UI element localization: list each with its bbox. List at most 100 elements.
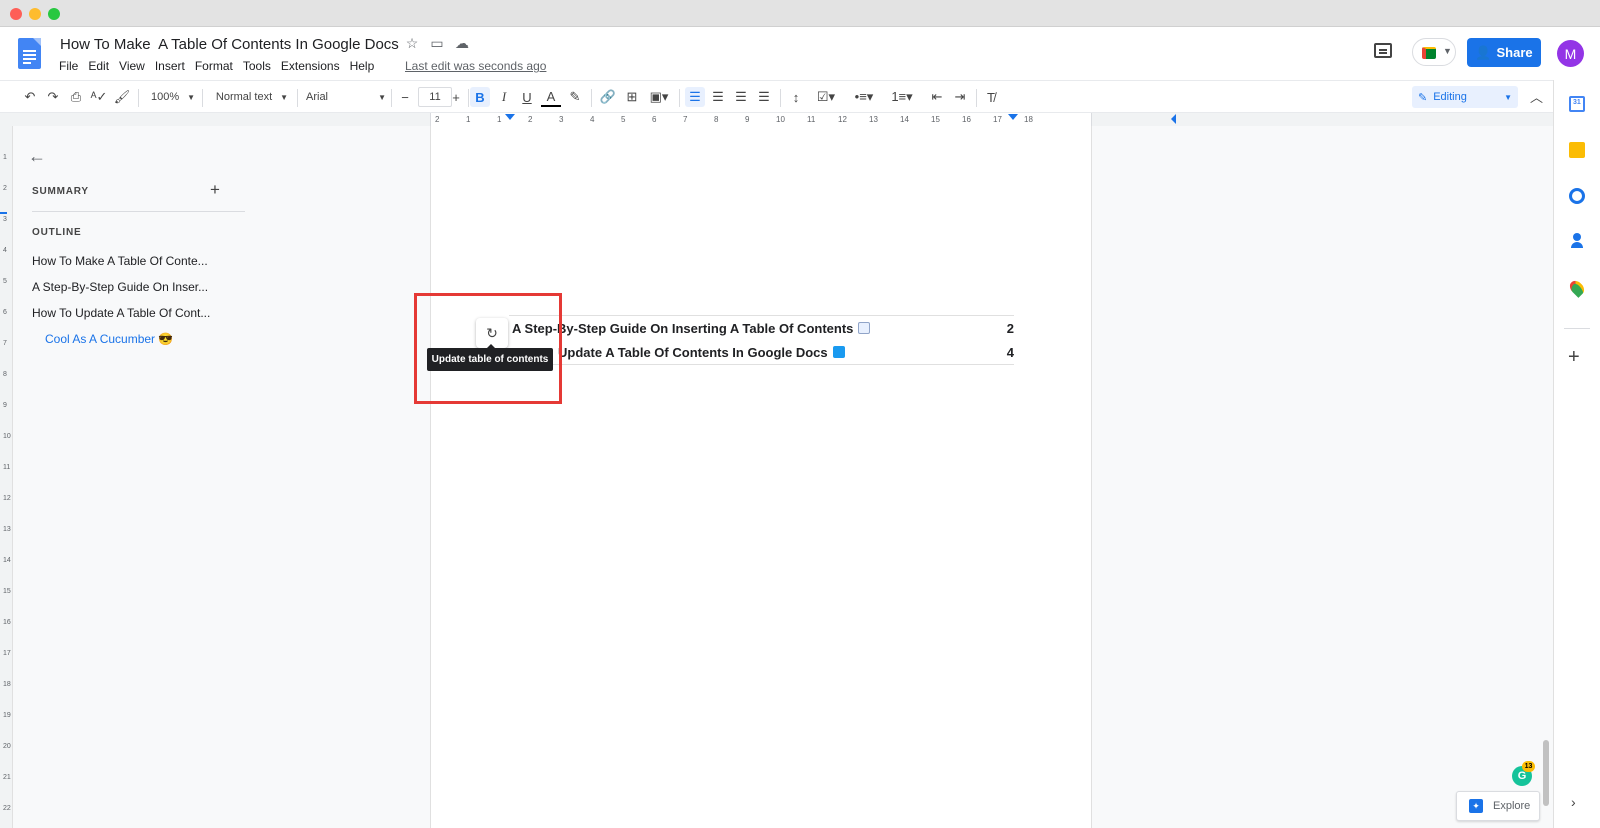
add-summary-button[interactable]: + [210, 180, 220, 200]
horizontal-ruler[interactable]: 2 1 1 2 3 4 5 6 7 8 9 10 11 12 13 14 15 16 17 18 [430, 113, 1092, 126]
spellcheck-icon[interactable]: ᴬ✓ [89, 87, 109, 107]
menu-edit[interactable]: Edit [88, 59, 109, 73]
ruler-number: 6 [652, 115, 657, 124]
docs-logo-icon[interactable] [18, 38, 41, 69]
toc-page-number[interactable]: 2 [1007, 321, 1014, 336]
document-page[interactable]: A Step-By-Step Guide On Inserting A Tabl… [427, 126, 1092, 828]
bold-button[interactable]: B [470, 87, 490, 107]
ruler-number: 1 [497, 115, 502, 124]
italic-button[interactable]: I [494, 87, 514, 107]
toc-page-number[interactable]: 4 [1007, 345, 1014, 360]
increase-font-size-button[interactable]: + [448, 87, 464, 107]
ruler-number: 4 [3, 247, 7, 254]
last-edit-status[interactable]: Last edit was seconds ago [405, 59, 546, 73]
toc-entry-text[interactable]: Update A Table Of Contents In Google Doc… [558, 345, 828, 360]
menu-tools[interactable]: Tools [243, 59, 271, 73]
calendar-emoji-icon [858, 322, 871, 334]
decrease-indent-icon[interactable]: ⇤ [927, 87, 947, 107]
insert-image-icon[interactable]: ▣▾ [645, 87, 673, 107]
ruler-number: 5 [3, 278, 7, 285]
close-window-button[interactable] [10, 8, 22, 20]
menu-view[interactable]: View [119, 59, 145, 73]
menu-format[interactable]: Format [195, 59, 233, 73]
outline-item-active[interactable]: Cool As A Cucumber 😎 [45, 332, 173, 346]
vertical-scrollbar[interactable] [1543, 740, 1549, 806]
tasks-icon[interactable] [1569, 188, 1585, 204]
undo-icon[interactable]: ↶ [20, 87, 40, 107]
ruler-number: 15 [931, 115, 940, 124]
window-titlebar [0, 0, 1600, 27]
meet-camera-icon [1422, 47, 1436, 59]
numbered-list-icon[interactable]: 1≡▾ [887, 87, 917, 107]
contacts-icon[interactable] [1569, 233, 1585, 249]
explore-button[interactable]: ✦ Explore [1456, 791, 1540, 821]
maps-icon[interactable] [1567, 278, 1587, 298]
font-size-input[interactable]: 11 [418, 87, 452, 107]
increase-indent-icon[interactable]: ⇥ [950, 87, 970, 107]
maximize-window-button[interactable] [48, 8, 60, 20]
add-addon-plus-icon[interactable]: + [1568, 346, 1580, 369]
ruler-tab-marker[interactable] [1171, 114, 1176, 124]
outline-item[interactable]: How To Update A Table Of Cont... [32, 306, 210, 320]
ruler-number: 10 [776, 115, 785, 124]
toc-row[interactable]: Update A Table Of Contents In Google Doc… [509, 340, 1014, 364]
chevron-right-icon[interactable]: › [1571, 794, 1576, 810]
paint-format-icon[interactable]: 🖌 [112, 87, 132, 107]
menu-file[interactable]: File [59, 59, 78, 73]
toolbar-divider [138, 89, 139, 107]
menu-help[interactable]: Help [350, 59, 375, 73]
redo-icon[interactable]: ↷ [43, 87, 63, 107]
decrease-font-size-button[interactable]: − [397, 87, 413, 107]
paragraph-style-select[interactable]: Normal text ▼ [212, 87, 292, 107]
table-of-contents[interactable]: A Step-By-Step Guide On Inserting A Tabl… [509, 315, 1014, 365]
paragraph-style-value: Normal text [215, 91, 273, 103]
star-icon[interactable]: ☆ [403, 35, 421, 52]
document-title[interactable]: How To Make A Table Of Contents In Googl… [60, 36, 399, 53]
move-folder-icon[interactable]: ▭ [428, 35, 446, 52]
left-indent-marker[interactable] [505, 114, 515, 120]
zoom-select[interactable]: 100% ▼ [150, 87, 196, 107]
ruler-number: 16 [962, 115, 971, 124]
align-left-icon[interactable]: ☰ [685, 87, 705, 107]
ruler-number: 13 [3, 526, 11, 533]
print-icon[interactable]: ⎙ [66, 87, 86, 107]
calendar-icon[interactable] [1569, 96, 1585, 112]
bulleted-list-icon[interactable]: •≡▾ [849, 87, 879, 107]
share-button[interactable]: 👤 Share [1467, 38, 1541, 67]
formatting-toolbar: ↶ ↷ ⎙ ᴬ✓ 🖌 100% ▼ Normal text ▼ Arial ▼ − 1… [0, 80, 1553, 113]
ruler-number: 7 [683, 115, 688, 124]
font-select[interactable]: Arial ▼ [306, 87, 386, 107]
align-right-icon[interactable]: ☰ [731, 87, 751, 107]
close-outline-arrow-icon[interactable]: ← [28, 146, 46, 167]
toc-row[interactable]: A Step-By-Step Guide On Inserting A Tabl… [509, 316, 1014, 340]
menu-extensions[interactable]: Extensions [281, 59, 340, 73]
line-spacing-icon[interactable]: ↕ [786, 87, 806, 107]
highlight-color-icon[interactable]: ✎ [565, 87, 585, 107]
meet-button[interactable]: ▼ [1412, 38, 1456, 66]
comment-history-icon[interactable] [1374, 43, 1392, 58]
clear-formatting-icon[interactable]: T̸ [981, 87, 1001, 107]
vertical-ruler[interactable]: 1 2 3 4 5 6 7 8 9 10 11 12 13 14 15 16 17 18 19 20 21 22 [0, 126, 13, 828]
menu-insert[interactable]: Insert [155, 59, 185, 73]
editing-mode-select[interactable]: ✎ Editing ▼ [1412, 86, 1518, 108]
outline-item[interactable]: How To Make A Table Of Conte... [32, 254, 208, 268]
outline-item[interactable]: A Step-By-Step Guide On Inser... [32, 280, 208, 294]
underline-button[interactable]: U [517, 87, 537, 107]
insert-link-icon[interactable]: 🔗 [598, 87, 618, 107]
add-comment-icon[interactable]: ⊞ [622, 87, 642, 107]
text-color-button[interactable]: A [541, 87, 561, 107]
keep-icon[interactable] [1569, 142, 1585, 158]
minimize-window-button[interactable] [29, 8, 41, 20]
right-indent-marker[interactable] [1008, 114, 1018, 120]
ruler-number: 6 [3, 309, 7, 316]
checklist-icon[interactable]: ☑▾ [811, 87, 841, 107]
toc-entry-text[interactable]: A Step-By-Step Guide On Inserting A Tabl… [512, 321, 853, 336]
cloud-status-icon[interactable]: ☁ [453, 35, 471, 52]
ruler-number: 12 [838, 115, 847, 124]
align-center-icon[interactable]: ☰ [708, 87, 728, 107]
pencil-icon: ✎ [1418, 91, 1428, 104]
avatar[interactable]: M [1557, 40, 1584, 67]
ruler-number: 14 [900, 115, 909, 124]
hide-menus-chevron-up-icon[interactable]: ︿ [1530, 87, 1543, 106]
align-justify-icon[interactable]: ☰ [754, 87, 774, 107]
